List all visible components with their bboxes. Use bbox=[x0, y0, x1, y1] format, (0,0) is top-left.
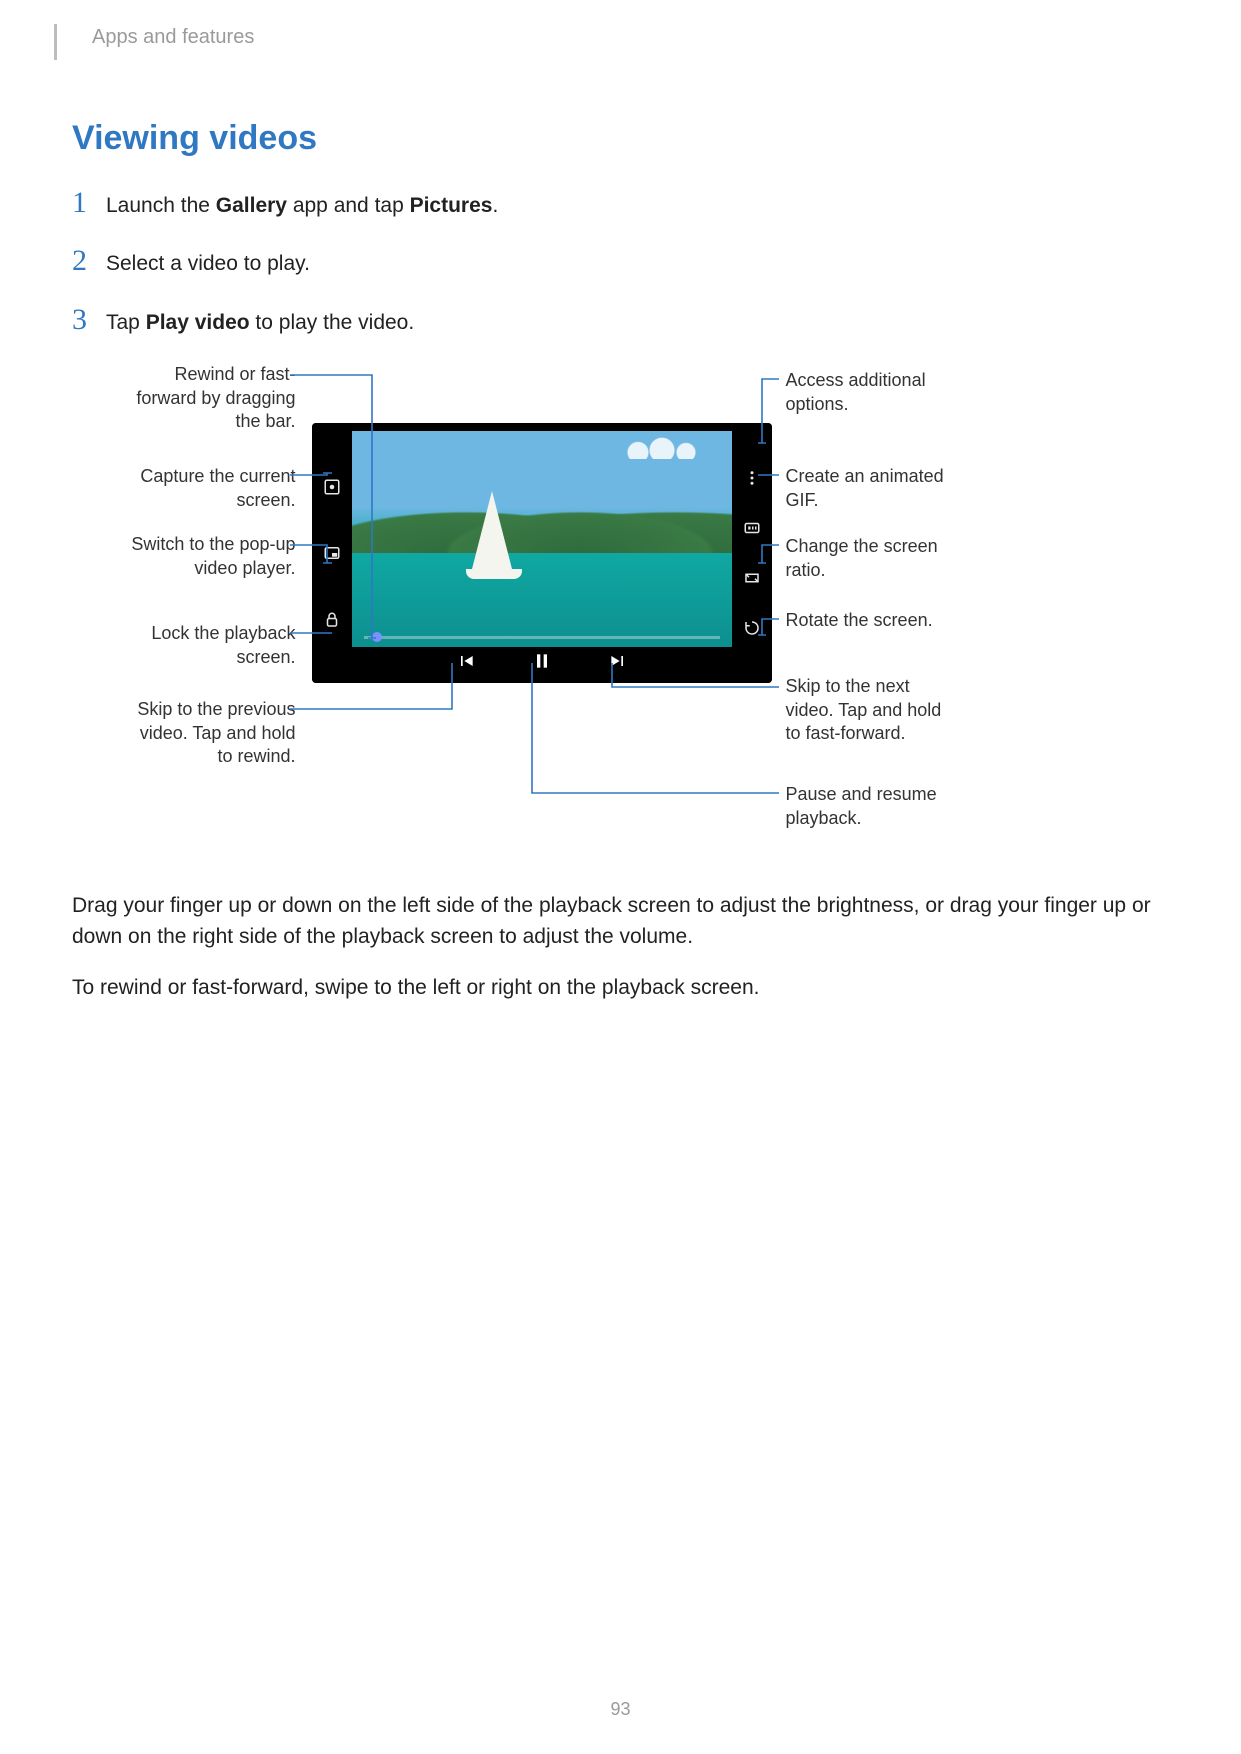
text: . bbox=[492, 194, 498, 217]
section-header: Apps and features bbox=[92, 26, 1169, 49]
bold: Play video bbox=[146, 311, 250, 334]
player-diagram: Rewind or fast-forward by dragging the b… bbox=[72, 363, 1169, 883]
player-bottom-controls bbox=[312, 643, 772, 683]
pause-icon[interactable] bbox=[532, 649, 552, 678]
header-divider bbox=[54, 24, 57, 60]
video-frame bbox=[352, 431, 732, 647]
step-number: 3 bbox=[72, 305, 106, 335]
steps-list: 1 Launch the Gallery app and tap Picture… bbox=[72, 188, 1169, 337]
text: Tap bbox=[106, 311, 146, 334]
step-number: 1 bbox=[72, 188, 106, 218]
seek-bar[interactable] bbox=[364, 636, 720, 639]
lock-icon[interactable] bbox=[323, 611, 341, 629]
callout-rewind-bar: Rewind or fast-forward by dragging the b… bbox=[126, 363, 296, 433]
page-number: 93 bbox=[0, 1699, 1241, 1720]
capture-icon[interactable] bbox=[323, 478, 341, 496]
text: to play the video. bbox=[250, 311, 415, 334]
callout-gif: Create an animated GIF. bbox=[786, 465, 956, 512]
callout-options: Access additional options. bbox=[786, 369, 956, 416]
text: Launch the bbox=[106, 194, 216, 217]
step-text: Tap Play video to play the video. bbox=[106, 308, 414, 337]
paragraph-brightness-volume: Drag your finger up or down on the left … bbox=[72, 891, 1169, 952]
paragraph-swipe: To rewind or fast-forward, swipe to the … bbox=[72, 973, 1169, 1003]
callout-lock: Lock the playback screen. bbox=[126, 622, 296, 669]
callout-rotate: Rotate the screen. bbox=[786, 609, 956, 632]
callout-ratio: Change the screen ratio. bbox=[786, 535, 956, 582]
manual-page: Apps and features Viewing videos 1 Launc… bbox=[0, 0, 1241, 1754]
callout-popup: Switch to the pop-up video player. bbox=[126, 533, 296, 580]
boat-hull-graphic bbox=[466, 569, 522, 579]
callout-capture: Capture the current screen. bbox=[126, 465, 296, 512]
bold: Pictures bbox=[410, 194, 493, 217]
step-1: 1 Launch the Gallery app and tap Picture… bbox=[72, 188, 1169, 220]
text: app and tap bbox=[287, 194, 410, 217]
bold: Gallery bbox=[216, 194, 287, 217]
gif-icon[interactable] bbox=[743, 519, 761, 537]
step-text: Launch the Gallery app and tap Pictures. bbox=[106, 191, 498, 220]
boat-sail-graphic bbox=[472, 491, 512, 569]
page-title: Viewing videos bbox=[72, 119, 1169, 158]
video-player bbox=[312, 423, 772, 683]
skip-previous-icon[interactable] bbox=[456, 651, 476, 676]
more-options-icon[interactable] bbox=[743, 469, 761, 487]
callout-pause: Pause and resume playback. bbox=[786, 783, 956, 830]
rotate-icon[interactable] bbox=[743, 619, 761, 637]
step-text: Select a video to play. bbox=[106, 249, 310, 278]
callout-next: Skip to the next video. Tap and hold to … bbox=[786, 675, 956, 745]
callout-prev: Skip to the previous video. Tap and hold… bbox=[126, 698, 296, 768]
step-number: 2 bbox=[72, 246, 106, 276]
skip-next-icon[interactable] bbox=[608, 651, 628, 676]
island-graphic bbox=[352, 483, 732, 553]
cloud-graphic bbox=[622, 437, 702, 459]
step-2: 2 Select a video to play. bbox=[72, 246, 1169, 278]
step-3: 3 Tap Play video to play the video. bbox=[72, 305, 1169, 337]
ratio-icon[interactable] bbox=[743, 569, 761, 587]
popup-icon[interactable] bbox=[323, 544, 341, 562]
